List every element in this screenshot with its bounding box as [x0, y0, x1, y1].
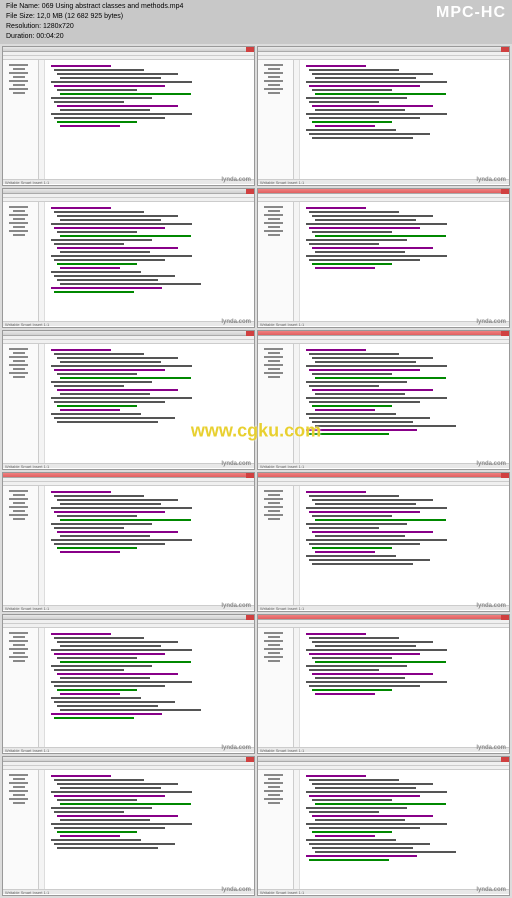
resolution-value: 1280x720: [43, 23, 74, 30]
code-editor: [300, 202, 509, 321]
video-info-header: File Name: 069 Using abstract classes an…: [0, 0, 512, 44]
close-icon: [246, 331, 254, 336]
thumbnail-frame[interactable]: Writable Smart Insert 1:1 lynda.com: [257, 46, 510, 186]
code-editor: [45, 202, 254, 321]
status-bar: Writable Smart Insert 1:1: [3, 321, 254, 326]
close-icon: [246, 473, 254, 478]
close-icon: [501, 331, 509, 336]
project-tree: [258, 202, 294, 321]
thumbnail-frame[interactable]: Writable Smart Insert 1:1 lynda.com: [2, 330, 255, 470]
thumbnail-frame[interactable]: Writable Smart Insert 1:1 lynda.com: [2, 46, 255, 186]
ide-body: [3, 770, 254, 889]
ide-body: [258, 202, 509, 321]
thumbnail-frame[interactable]: Writable Smart Insert 1:1 lynda.com: [257, 472, 510, 612]
code-editor: [300, 60, 509, 179]
resolution-label: Resolution:: [6, 23, 41, 30]
status-bar: Writable Smart Insert 1:1: [3, 179, 254, 184]
lynda-watermark: lynda.com: [221, 887, 251, 893]
watermark-center: www.cgku.com: [191, 421, 321, 442]
code-editor: [45, 60, 254, 179]
thumbnail-frame[interactable]: Writable Smart Insert 1:1 lynda.com: [2, 472, 255, 612]
code-editor: [300, 344, 509, 463]
project-tree: [258, 486, 294, 605]
lynda-watermark: lynda.com: [221, 319, 251, 325]
lynda-watermark: lynda.com: [221, 745, 251, 751]
ide-body: [3, 344, 254, 463]
project-tree: [258, 344, 294, 463]
file-name-label: File Name:: [6, 3, 40, 10]
lynda-watermark: lynda.com: [476, 319, 506, 325]
close-icon: [246, 615, 254, 620]
code-editor: [45, 628, 254, 747]
ide-body: [258, 486, 509, 605]
status-bar: Writable Smart Insert 1:1: [258, 605, 509, 610]
project-tree: [3, 344, 39, 463]
close-icon: [246, 47, 254, 52]
lynda-watermark: lynda.com: [221, 177, 251, 183]
ide-body: [3, 202, 254, 321]
file-name-value: 069 Using abstract classes and methods.m…: [42, 3, 184, 10]
code-editor: [45, 770, 254, 889]
code-editor: [45, 344, 254, 463]
status-bar: Writable Smart Insert 1:1: [258, 321, 509, 326]
file-metadata: File Name: 069 Using abstract classes an…: [6, 2, 183, 42]
code-editor: [300, 628, 509, 747]
file-size-label: File Size:: [6, 13, 35, 20]
lynda-watermark: lynda.com: [476, 461, 506, 467]
thumbnail-frame[interactable]: Writable Smart Insert 1:1 lynda.com: [2, 614, 255, 754]
ide-body: [258, 628, 509, 747]
close-icon: [501, 757, 509, 762]
lynda-watermark: lynda.com: [476, 887, 506, 893]
project-tree: [258, 770, 294, 889]
close-icon: [501, 189, 509, 194]
lynda-watermark: lynda.com: [476, 603, 506, 609]
ide-body: [258, 344, 509, 463]
close-icon: [501, 473, 509, 478]
ide-body: [3, 628, 254, 747]
project-tree: [258, 60, 294, 179]
code-editor: [300, 486, 509, 605]
code-editor: [45, 486, 254, 605]
status-bar: Writable Smart Insert 1:1: [258, 463, 509, 468]
thumbnail-frame[interactable]: Writable Smart Insert 1:1 lynda.com: [257, 330, 510, 470]
status-bar: Writable Smart Insert 1:1: [3, 605, 254, 610]
lynda-watermark: lynda.com: [476, 177, 506, 183]
thumbnail-grid: Writable Smart Insert 1:1 lynda.com Writ…: [0, 44, 512, 898]
ide-body: [258, 60, 509, 179]
close-icon: [501, 47, 509, 52]
thumbnail-frame[interactable]: Writable Smart Insert 1:1 lynda.com: [257, 188, 510, 328]
status-bar: Writable Smart Insert 1:1: [3, 463, 254, 468]
status-bar: Writable Smart Insert 1:1: [258, 889, 509, 894]
project-tree: [3, 60, 39, 179]
project-tree: [3, 486, 39, 605]
close-icon: [501, 615, 509, 620]
status-bar: Writable Smart Insert 1:1: [3, 889, 254, 894]
status-bar: Writable Smart Insert 1:1: [3, 747, 254, 752]
ide-body: [3, 60, 254, 179]
project-tree: [258, 628, 294, 747]
project-tree: [3, 202, 39, 321]
project-tree: [3, 628, 39, 747]
thumbnail-frame[interactable]: Writable Smart Insert 1:1 lynda.com: [257, 756, 510, 896]
duration-label: Duration:: [6, 33, 34, 40]
ide-body: [258, 770, 509, 889]
thumbnail-frame[interactable]: Writable Smart Insert 1:1 lynda.com: [2, 188, 255, 328]
code-editor: [300, 770, 509, 889]
close-icon: [246, 189, 254, 194]
status-bar: Writable Smart Insert 1:1: [258, 179, 509, 184]
file-size-value: 12,0 MB (12 682 925 bytes): [37, 13, 123, 20]
lynda-watermark: lynda.com: [221, 461, 251, 467]
project-tree: [3, 770, 39, 889]
ide-body: [3, 486, 254, 605]
player-name: MPC-HC: [436, 4, 506, 42]
lynda-watermark: lynda.com: [221, 603, 251, 609]
thumbnail-frame[interactable]: Writable Smart Insert 1:1 lynda.com: [2, 756, 255, 896]
close-icon: [246, 757, 254, 762]
thumbnail-frame[interactable]: Writable Smart Insert 1:1 lynda.com: [257, 614, 510, 754]
lynda-watermark: lynda.com: [476, 745, 506, 751]
status-bar: Writable Smart Insert 1:1: [258, 747, 509, 752]
duration-value: 00:04:20: [36, 33, 63, 40]
